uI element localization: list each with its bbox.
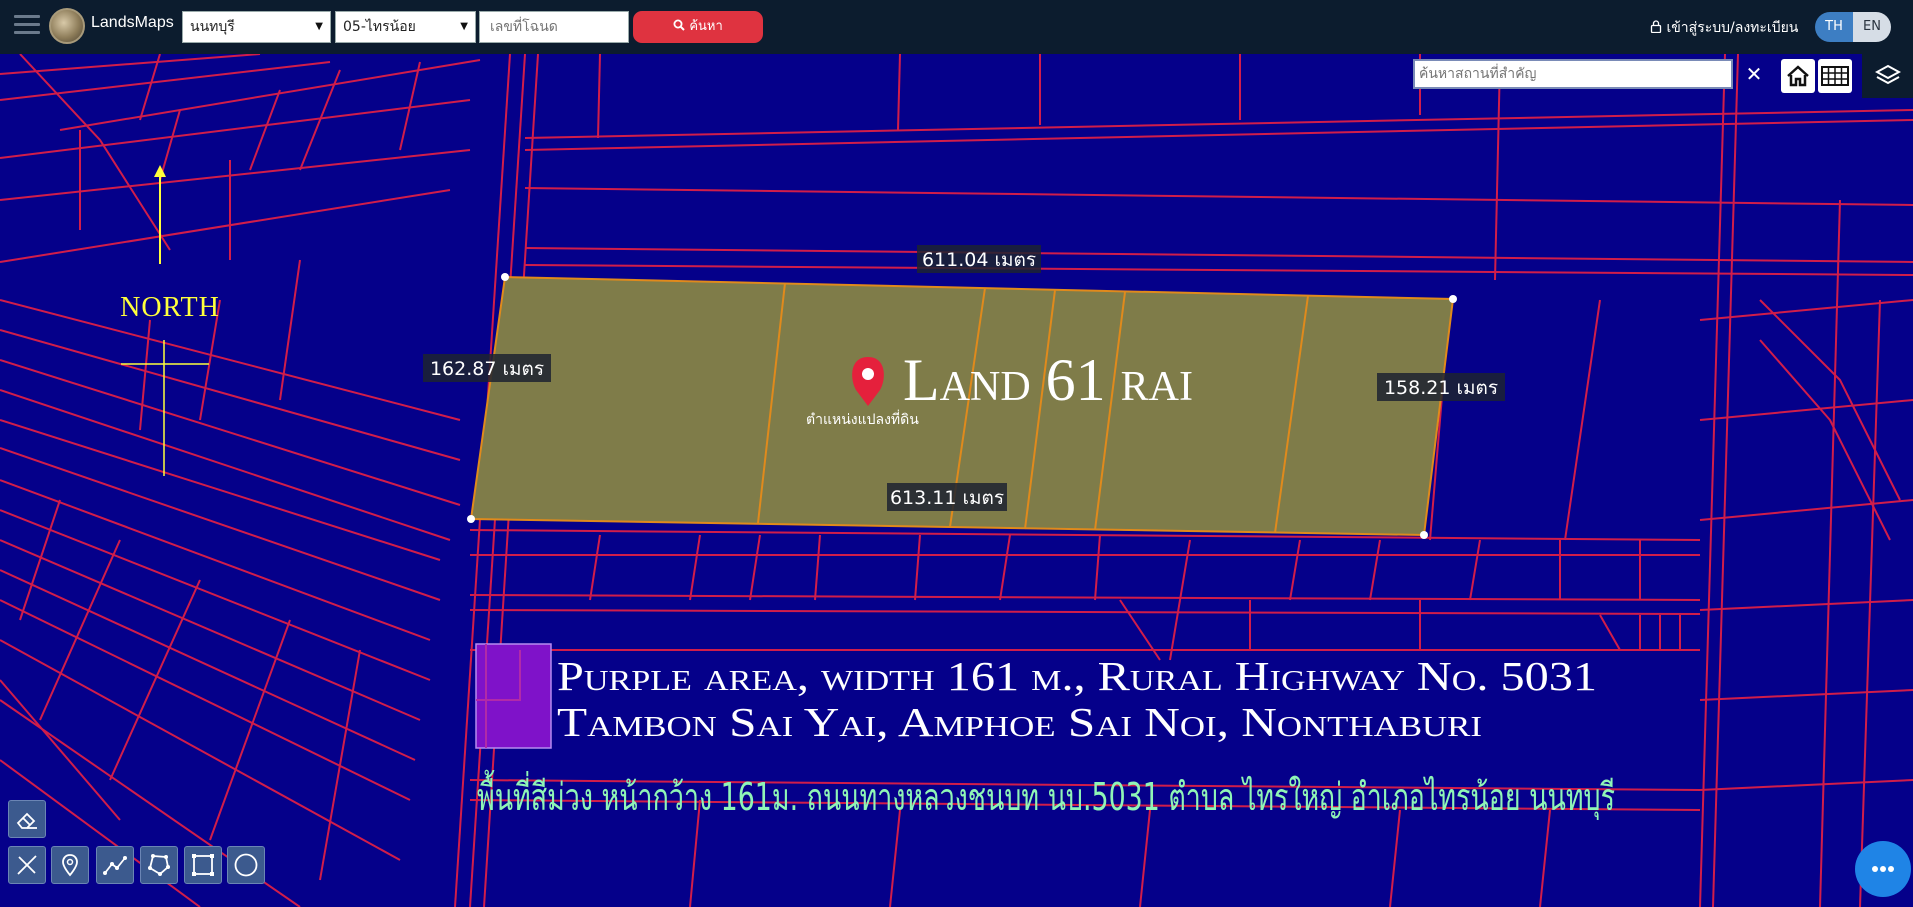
eraser-button[interactable]	[8, 800, 46, 838]
more-icon	[1872, 866, 1894, 872]
grid-button[interactable]	[1818, 59, 1852, 93]
polyline-icon	[103, 856, 127, 875]
home-button[interactable]	[1781, 59, 1815, 93]
svg-text:162.87 เมตร: 162.87 เมตร	[430, 358, 544, 380]
district-value: 05-ไทรน้อย	[343, 19, 416, 35]
polygon-button[interactable]	[140, 846, 178, 884]
search-label: ค้นหา	[689, 19, 723, 34]
eraser-icon	[16, 812, 37, 829]
parcel-number-input[interactable]	[479, 11, 629, 43]
lang-en-button[interactable]: EN	[1853, 12, 1891, 42]
thai-caption: พื้นที่สีม่วง หน้ากว้าง 161ม. ถนนทางหลวง…	[477, 769, 1615, 820]
svg-text:611.04 เมตร: 611.04 เมตร	[922, 249, 1036, 271]
chevron-down-icon: ▼	[315, 21, 323, 32]
rectangle-button[interactable]	[184, 846, 222, 884]
layers-button[interactable]	[1862, 54, 1913, 98]
grid-icon	[1821, 66, 1849, 86]
lock-icon	[1650, 20, 1662, 34]
marker-button[interactable]	[51, 846, 89, 884]
login-label: เข้าสู่ระบบ/ลงทะเบียน	[1666, 20, 1799, 36]
home-icon	[1787, 65, 1809, 87]
polyline-button[interactable]	[96, 846, 134, 884]
svg-text:613.11 เมตร: 613.11 เมตร	[890, 487, 1004, 509]
brand-name[interactable]: LandsMaps	[91, 14, 174, 32]
province-select[interactable]: นนทบุรี ▼	[182, 11, 331, 43]
measurement-left: 162.87 เมตร	[423, 354, 551, 382]
province-value: นนทบุรี	[190, 19, 235, 35]
pin-caption: ตำแหน่งแปลงที่ดิน	[806, 410, 919, 428]
location-pin-icon	[62, 854, 78, 877]
login-link[interactable]: เข้าสู่ระบบ/ลงทะเบียน	[1650, 17, 1798, 39]
close-icon[interactable]: ✕	[1740, 59, 1768, 89]
search-button[interactable]: ค้นหา	[633, 11, 763, 43]
circle-icon	[234, 853, 258, 877]
measurement-top: 611.04 เมตร	[917, 245, 1041, 273]
legend-line-1: Purple area, width 161 m., Rural Highway…	[557, 653, 1597, 699]
circle-button[interactable]	[227, 846, 265, 884]
layers-icon	[1874, 64, 1901, 85]
place-search-input[interactable]	[1413, 59, 1733, 89]
chevron-down-icon: ▼	[460, 21, 468, 32]
measurement-right: 158.21 เมตร	[1377, 373, 1505, 401]
map-canvas[interactable]: NORTH 611.04 เมตร 162.87 เมตร 158.21 เมต…	[0, 54, 1913, 907]
more-button[interactable]	[1855, 841, 1911, 897]
measurement-bottom: 613.11 เมตร	[887, 483, 1007, 511]
legend-line-2: Tambon Sai Yai, Amphoe Sai Noi, Nonthabu…	[557, 699, 1482, 745]
rectangle-icon	[192, 854, 214, 876]
menu-icon[interactable]	[14, 15, 40, 35]
purple-area	[475, 643, 552, 749]
ruler-pencil-icon	[17, 855, 37, 875]
district-select[interactable]: 05-ไทรน้อย ▼	[335, 11, 476, 43]
land-title: Land 61 rai	[903, 347, 1193, 413]
brand-logo[interactable]	[49, 8, 85, 44]
north-label: NORTH	[120, 292, 220, 323]
search-icon	[673, 19, 685, 31]
top-bar: LandsMaps นนทบุรี ▼ 05-ไทรน้อย ▼ ค้นหา เ…	[0, 0, 1913, 54]
landsmaps-app: NORTH 611.04 เมตร 162.87 เมตร 158.21 เมต…	[0, 0, 1913, 907]
lang-th-button[interactable]: TH	[1815, 12, 1853, 42]
svg-text:158.21 เมตร: 158.21 เมตร	[1384, 377, 1498, 399]
measure-button[interactable]	[8, 846, 46, 884]
polygon-icon	[148, 854, 170, 876]
